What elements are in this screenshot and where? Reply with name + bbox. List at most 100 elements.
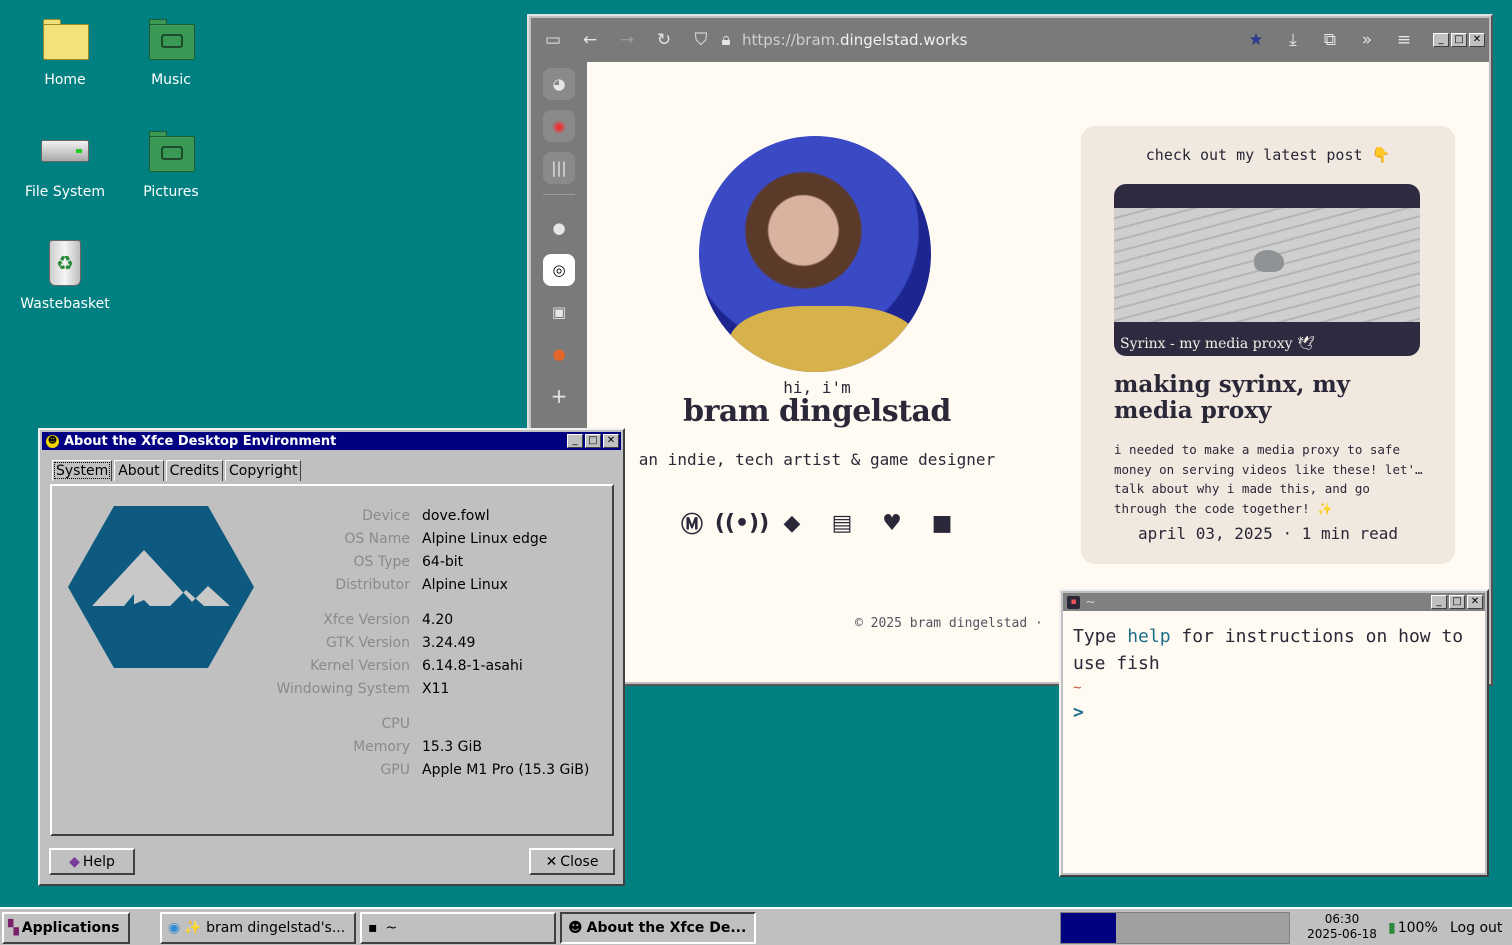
info-key: Kernel Version — [310, 657, 410, 674]
minimize-icon[interactable]: _ — [1433, 33, 1449, 47]
info-value: 64-bit — [422, 553, 464, 570]
latest-post-card[interactable]: check out my latest post 👇 Syrinx - my m… — [1081, 126, 1455, 564]
forward-icon[interactable]: → — [612, 25, 642, 55]
minimize-icon[interactable]: _ — [567, 434, 583, 448]
download-icon[interactable]: ⤓ — [1278, 25, 1308, 55]
logout-button[interactable]: Log out — [1450, 912, 1508, 944]
desktop-icon-label: Wastebasket — [20, 296, 110, 312]
ko-fi-icon[interactable]: ♥ — [875, 506, 909, 540]
tagline: an indie, tech artist & game designer — [638, 450, 996, 469]
tab-about[interactable]: About — [114, 460, 164, 481]
info-value: Alpine Linux — [422, 576, 508, 593]
lock-icon: 🔒︎ — [721, 30, 731, 50]
clock[interactable]: 06:30 2025-06-18 — [1300, 912, 1384, 944]
terminal-window-title: ~ — [1085, 594, 1096, 610]
sidebar-toggle-icon[interactable]: ▭ — [538, 25, 568, 55]
discord-icon[interactable]: ◕ — [543, 68, 575, 100]
info-row: CPU — [272, 712, 589, 735]
info-key: Windowing System — [276, 680, 410, 697]
video-icon[interactable]: ■ — [925, 506, 959, 540]
info-row: OS Name Alpine Linux edge — [272, 527, 589, 550]
terminal-greeting: Type help for instructions on how to use… — [1073, 626, 1464, 674]
chatgpt-icon[interactable]: ◎ — [543, 254, 575, 286]
desktop-icon-home[interactable]: Home — [10, 14, 120, 88]
desktop-icon-pictures[interactable]: Pictures — [116, 126, 226, 200]
drive-icon — [37, 126, 93, 178]
applications-label: Applications — [21, 920, 120, 936]
duckduckgo-icon[interactable]: ● — [543, 338, 575, 370]
tab-system[interactable]: System — [52, 460, 113, 481]
close-icon[interactable]: ✕ — [1469, 33, 1485, 47]
close-button[interactable]: ✕ Close — [529, 848, 615, 875]
battery-indicator[interactable]: ▮ 100% — [1388, 912, 1448, 944]
info-row: Kernel Version 6.14.8-1-asahi — [272, 654, 589, 677]
github-icon[interactable]: ● — [543, 212, 575, 244]
page-footer: © 2025 bram dingelstad · — [855, 616, 1043, 631]
task-about[interactable]: ☻ About the Xfce De... — [560, 912, 756, 944]
system-info: Device dove.fowl OS Name Alpine Linux edge… — [272, 504, 589, 781]
extensions-icon[interactable]: ⧉ — [1315, 25, 1345, 55]
tab-credits[interactable]: Credits — [165, 460, 224, 481]
overflow-icon[interactable]: » — [1352, 25, 1382, 55]
terminal-prompt: > — [1073, 702, 1084, 723]
messenger-icon[interactable]: ◉ — [543, 110, 575, 142]
maximize-icon[interactable]: □ — [1451, 33, 1467, 47]
git-icon[interactable]: ◆ — [775, 506, 809, 540]
browser-icon: ◉ — [168, 920, 181, 936]
post-meta: april 03, 2025 · 1 min read — [1137, 524, 1399, 543]
podcast-icon[interactable]: ((•)) — [715, 506, 769, 540]
minimize-icon[interactable]: _ — [1431, 595, 1447, 609]
back-icon[interactable]: ← — [575, 25, 605, 55]
shield-icon[interactable]: ⛉ — [686, 25, 716, 55]
task-browser[interactable]: ◉ ✨ bram dingelstad's... — [160, 912, 356, 944]
clock-time: 06:30 — [1324, 912, 1360, 926]
terminal-output[interactable]: Type help for instructions on how to use… — [1063, 611, 1485, 873]
info-value: 4.20 — [422, 611, 454, 628]
terminal-icon: ▪ — [1067, 595, 1080, 609]
post-thumbnail[interactable]: Syrinx - my media proxy 🕊 — [1114, 184, 1420, 356]
maximize-icon[interactable]: □ — [585, 434, 601, 448]
workspace-switcher[interactable] — [1060, 912, 1290, 944]
add-icon[interactable]: + — [543, 380, 575, 412]
url-bar[interactable]: https://bram.dingelstad.works — [742, 31, 967, 49]
info-key: CPU — [381, 715, 410, 732]
reload-icon[interactable]: ↻ — [649, 25, 679, 55]
about-titlebar[interactable]: ☻ About the Xfce Desktop Environment _ □… — [42, 432, 621, 450]
terminal-titlebar[interactable]: ▪ ~ _ □ ✕ — [1063, 593, 1485, 611]
xfce-icon: ☻ — [568, 920, 583, 936]
help-icon: ◆ — [69, 853, 80, 870]
terminal-window: ▪ ~ _ □ ✕ Type help for instructions on … — [1059, 589, 1489, 877]
info-value: 15.3 GiB — [422, 738, 482, 755]
desktop-icon-file-system[interactable]: File System — [10, 126, 120, 200]
fish-icon[interactable]: ▣ — [543, 296, 575, 328]
tab-copyright[interactable]: Copyright — [225, 460, 302, 481]
close-label: Close — [560, 853, 599, 870]
library-icon[interactable]: ||| — [543, 152, 575, 184]
bookmark-star-icon[interactable]: ★ — [1241, 25, 1271, 55]
info-key: Device — [362, 507, 410, 524]
help-button[interactable]: ◆ Help — [49, 848, 135, 875]
close-icon[interactable]: ✕ — [1467, 595, 1483, 609]
logout-label: Log out — [1450, 920, 1503, 936]
maximize-icon[interactable]: □ — [1449, 595, 1465, 609]
info-row: Distributor Alpine Linux — [272, 573, 589, 596]
menu-icon[interactable]: ≡ — [1389, 25, 1419, 55]
mastodon-icon[interactable]: Ⓜ — [675, 506, 709, 540]
close-icon[interactable]: ✕ — [603, 434, 619, 448]
desktop-icon-label: Home — [44, 72, 86, 88]
url-domain: dingelstad.works — [840, 31, 968, 49]
desktop-icon-music[interactable]: Music — [116, 14, 226, 88]
xfce-icon: ☻ — [46, 434, 59, 448]
task-label: ~ — [385, 920, 398, 936]
post-title[interactable]: making syrinx, my media proxy — [1114, 372, 1424, 424]
task-terminal[interactable]: ▪ ~ — [360, 912, 556, 944]
about-tabs: System About Credits Copyright — [52, 460, 303, 481]
itch-icon[interactable]: ▤ — [825, 506, 859, 540]
desktop-icon-wastebasket[interactable]: Wastebasket — [10, 238, 120, 312]
info-value: X11 — [422, 680, 450, 697]
close-icon: ✕ — [545, 853, 558, 870]
applications-menu-button[interactable]: ▚ Applications — [2, 912, 130, 944]
pigeon-photo — [1114, 208, 1420, 322]
info-value: Apple M1 Pro (15.3 GiB) — [422, 761, 590, 778]
url-prefix: https://bram. — [742, 31, 841, 49]
